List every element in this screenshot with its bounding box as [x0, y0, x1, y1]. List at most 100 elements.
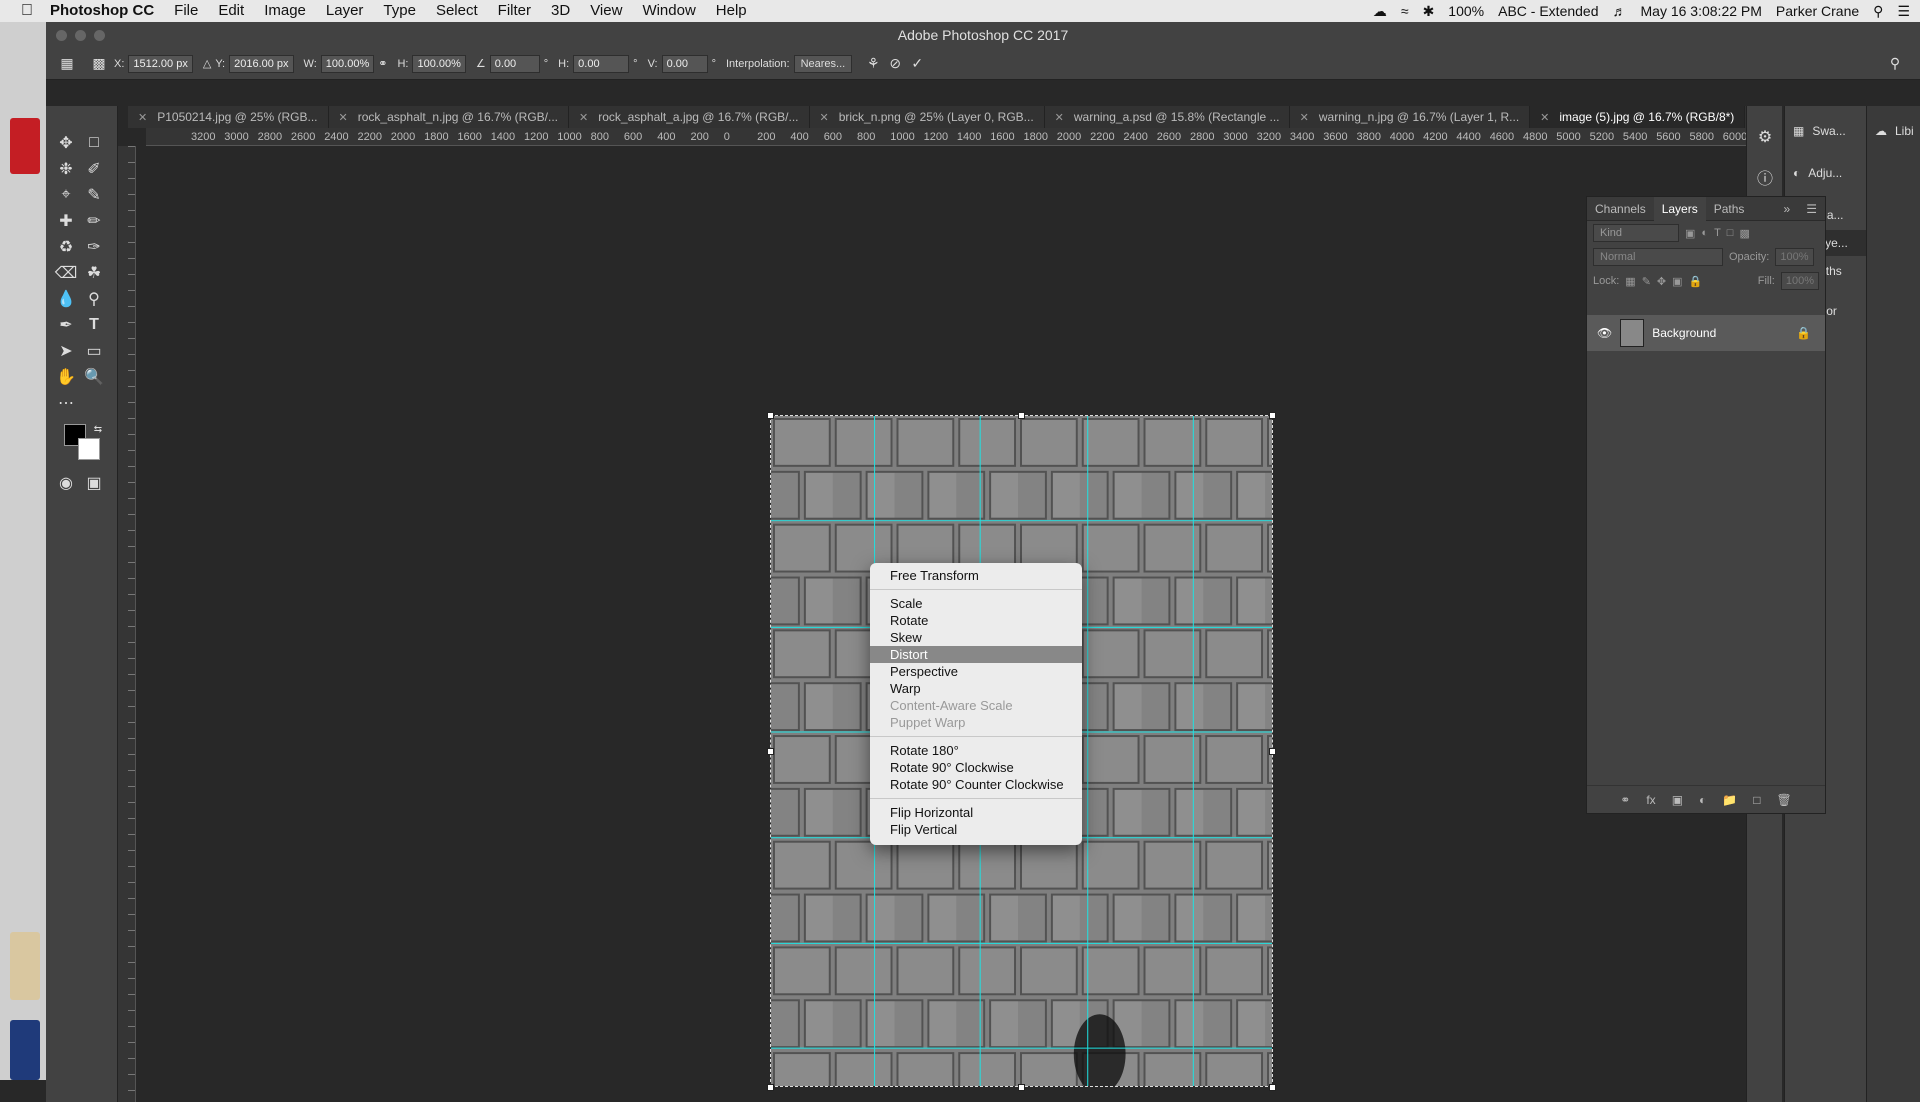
crop-tool-icon[interactable]: ⌖	[54, 184, 78, 206]
background-window-thumbnail[interactable]	[10, 118, 40, 174]
menu-3d[interactable]: 3D	[541, 0, 580, 22]
quick-mask-icon[interactable]: ◉	[54, 472, 78, 494]
filter-kind-dropdown[interactable]: Kind	[1593, 224, 1679, 242]
fill-field[interactable]: 100%	[1780, 272, 1819, 290]
more-tools-icon[interactable]: ⋯	[54, 392, 78, 414]
commit-transform-icon[interactable]: ✓	[906, 53, 928, 75]
menu-item-flip-horizontal[interactable]: Flip Horizontal	[870, 804, 1082, 821]
menu-image[interactable]: Image	[254, 0, 316, 22]
transform-handle[interactable]	[1018, 412, 1025, 419]
tab-layers[interactable]: Layers	[1653, 196, 1706, 221]
volume-icon[interactable]: ♬	[1613, 3, 1627, 19]
close-tab-icon[interactable]: ✕	[820, 111, 829, 124]
clock[interactable]: May 16 3:08:22 PM	[1641, 3, 1762, 19]
transform-handle[interactable]	[767, 412, 774, 419]
battery-status[interactable]: 100%	[1448, 3, 1484, 19]
marquee-tool-icon[interactable]: □	[82, 132, 106, 154]
lock-all-icon[interactable]: 🔒	[1689, 275, 1703, 288]
lock-position-icon[interactable]: ✥	[1657, 275, 1666, 288]
cancel-transform-icon[interactable]: ⊘	[884, 53, 906, 75]
filter-shape-icon[interactable]: □	[1727, 227, 1734, 239]
horizontal-ruler[interactable]: 3200 3000 2800 2600 2400 2200 2000 1800 1600 1400…	[146, 128, 1763, 146]
blend-mode-dropdown[interactable]: Normal	[1593, 248, 1723, 266]
menu-item-skew[interactable]: Skew	[870, 629, 1082, 646]
vertical-ruler[interactable]	[118, 146, 136, 1102]
visibility-eye-icon[interactable]: 👁	[1597, 326, 1612, 340]
menu-file[interactable]: File	[164, 0, 208, 22]
zoom-tool-icon[interactable]: 🔍	[82, 366, 106, 388]
tab-channels[interactable]: Channels	[1587, 197, 1654, 221]
menu-item-rotate-180[interactable]: Rotate 180°	[870, 742, 1082, 759]
menu-app[interactable]: Photoshop CC	[40, 0, 164, 22]
blur-tool-icon[interactable]: 💧	[54, 288, 78, 310]
panel-menu-icon[interactable]: ☰	[1798, 197, 1825, 221]
lasso-tool-icon[interactable]: ❉	[54, 158, 78, 180]
document-tab[interactable]: ✕ warning_a.psd @ 15.8% (Rectangle ...	[1045, 106, 1290, 128]
y-field[interactable]: 2016.00 px	[229, 54, 294, 73]
menu-item-perspective[interactable]: Perspective	[870, 663, 1082, 680]
menu-type[interactable]: Type	[373, 0, 426, 22]
link-layers-icon[interactable]: ⚭	[1620, 793, 1630, 807]
angle-field[interactable]: 0.00	[489, 54, 540, 73]
eyedropper-tool-icon[interactable]: ✎	[82, 184, 106, 206]
close-tab-icon[interactable]: ✕	[579, 111, 588, 124]
warp-mode-icon[interactable]: ⚘	[862, 53, 884, 75]
spotlight-icon[interactable]: ⚲	[1873, 3, 1883, 20]
eraser-tool-icon[interactable]: ⌫	[54, 262, 78, 284]
close-tab-icon[interactable]: ✕	[1540, 111, 1549, 124]
quick-selection-tool-icon[interactable]: ✐	[82, 158, 106, 180]
close-window-button[interactable]	[56, 30, 67, 41]
interpolation-dropdown[interactable]: Neares...	[793, 54, 853, 73]
rectangle-tool-icon[interactable]: ▭	[82, 340, 106, 362]
relative-position-icon[interactable]: △	[203, 57, 211, 70]
minimize-window-button[interactable]	[75, 30, 86, 41]
history-icon[interactable]: ⚙	[1753, 126, 1777, 148]
transform-handle[interactable]	[1269, 748, 1276, 755]
document-tab[interactable]: ✕ P1050214.jpg @ 25% (RGB...	[128, 106, 329, 128]
filter-adjustment-icon[interactable]: ◐	[1701, 227, 1708, 239]
collapse-panel-icon[interactable]: »	[1776, 197, 1799, 221]
vertical-skew-field[interactable]: 0.00	[661, 54, 708, 73]
apple-icon[interactable]: 	[14, 2, 40, 20]
history-brush-tool-icon[interactable]: ✑	[82, 236, 106, 258]
creative-cloud-icon[interactable]: ☁	[1373, 3, 1387, 20]
dodge-tool-icon[interactable]: ⚲	[82, 288, 106, 310]
document-tab[interactable]: ✕ rock_asphalt_a.jpg @ 16.7% (RGB/...	[569, 106, 810, 128]
menu-item-free-transform[interactable]: Free Transform	[870, 567, 1082, 584]
background-color-swatch[interactable]	[78, 438, 100, 460]
menu-view[interactable]: View	[580, 0, 632, 22]
menu-window[interactable]: Window	[632, 0, 705, 22]
libraries-panel-button[interactable]: ☁ Libi	[1867, 118, 1920, 144]
document-tab[interactable]: ✕ rock_asphalt_n.jpg @ 16.7% (RGB/...	[329, 106, 569, 128]
paint-bucket-tool-icon[interactable]: ☘	[82, 262, 106, 284]
layer-style-icon[interactable]: fx	[1646, 793, 1655, 807]
move-tool-icon[interactable]: ✥	[54, 132, 78, 154]
adjustments-panel-button[interactable]: ◐ Adju...	[1785, 160, 1867, 186]
tab-paths[interactable]: Paths	[1706, 197, 1753, 221]
filter-type-icon[interactable]: T	[1714, 227, 1721, 239]
close-tab-icon[interactable]: ✕	[1300, 111, 1309, 124]
menu-filter[interactable]: Filter	[488, 0, 541, 22]
healing-brush-tool-icon[interactable]: ✚	[54, 210, 78, 232]
hand-tool-icon[interactable]: ✋	[54, 366, 78, 388]
notification-center-icon[interactable]: ☰	[1897, 3, 1910, 20]
height-field[interactable]: 100.00%	[412, 54, 466, 73]
document-tab[interactable]: ✕ warning_n.jpg @ 16.7% (Layer 1, R...	[1290, 106, 1531, 128]
info-icon[interactable]: ⓘ	[1753, 166, 1777, 188]
bluetooth-icon[interactable]: ✱	[1423, 3, 1435, 20]
menu-item-flip-vertical[interactable]: Flip Vertical	[870, 821, 1082, 838]
reference-point-icon[interactable]: ▩	[88, 53, 110, 75]
link-icon[interactable]: ⚭	[378, 57, 387, 70]
pen-tool-icon[interactable]: ✒	[54, 314, 78, 336]
filter-pixel-icon[interactable]: ▣	[1685, 227, 1695, 240]
new-group-icon[interactable]: 📁	[1722, 793, 1737, 807]
screen-mode-icon[interactable]: ▣	[82, 472, 106, 494]
document-tab-active[interactable]: ✕ image (5).jpg @ 16.7% (RGB/8*)	[1530, 106, 1746, 128]
layer-name[interactable]: Background	[1652, 326, 1716, 340]
new-adjustment-layer-icon[interactable]: ◐	[1699, 793, 1706, 807]
x-field[interactable]: 1512.00 px	[128, 54, 193, 73]
menu-item-rotate[interactable]: Rotate	[870, 612, 1082, 629]
type-tool-icon[interactable]: T	[82, 314, 106, 336]
search-icon[interactable]: ⚲	[1884, 53, 1906, 75]
canvas-area[interactable]: Free Transform Scale Rotate Skew Distort Pers…	[136, 146, 1763, 1102]
